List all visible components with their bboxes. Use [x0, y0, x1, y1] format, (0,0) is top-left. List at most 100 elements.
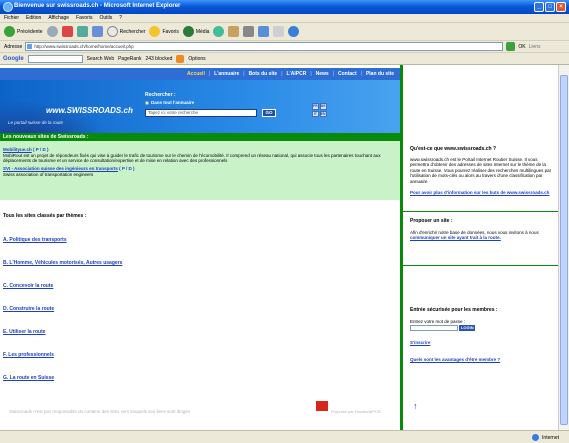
pagerank-indicator[interactable]: PageRank: [118, 56, 141, 62]
forward-icon[interactable]: [46, 26, 58, 37]
new-sites-heading: Les nouveaux sites de Swissroads :: [0, 133, 400, 141]
menu-file[interactable]: Fichier: [4, 15, 19, 21]
nav-directory[interactable]: L'annuaire: [212, 71, 241, 77]
favorites-label: Favoris: [162, 28, 179, 35]
site-logo[interactable]: www.SWISSROADS.ch: [46, 106, 133, 115]
print-icon[interactable]: [243, 26, 255, 37]
site-description: Swiss association of transportation engi…: [3, 171, 94, 177]
stop-icon[interactable]: [61, 26, 73, 37]
security-zone: Internet: [532, 434, 559, 441]
go-label[interactable]: OK: [518, 44, 525, 50]
about-text: www.swissroads.ch est le Portail Interne…: [410, 156, 552, 184]
language-selector: FR DE IT EN: [312, 103, 327, 117]
register-link[interactable]: S'inscrire: [410, 340, 552, 346]
edit-icon[interactable]: [258, 26, 270, 37]
lang-fr[interactable]: FR: [312, 103, 319, 110]
maximize-button[interactable]: □: [545, 2, 555, 12]
nav-contact[interactable]: Contact: [336, 71, 359, 77]
history-icon[interactable]: [213, 26, 225, 37]
search-button[interactable]: Rechercher: [106, 26, 145, 37]
media-icon: [182, 26, 194, 37]
ie-icon: [3, 2, 13, 12]
disclaimer-text: Swissroads n'est pas responsable du cont…: [9, 409, 190, 414]
about-title: Qu'est-ce que www.swissroads.ch ?: [410, 146, 497, 152]
theme-link-d[interactable]: D. Construire la route: [3, 306, 54, 312]
google-logo[interactable]: Google: [3, 56, 24, 62]
advantages-link[interactable]: Quels sont les avantages d'être membre ?: [410, 357, 552, 363]
theme-link-c[interactable]: C. Concevoir la route: [3, 283, 53, 289]
messenger-icon[interactable]: [288, 26, 300, 37]
theme-link-e[interactable]: E. Utiliser la route: [3, 329, 46, 335]
sidebar-top: [403, 65, 558, 133]
home-icon[interactable]: [91, 26, 103, 37]
site-link[interactable]: Mobilityue.ch: [3, 147, 32, 152]
zone-label: Internet: [542, 434, 559, 441]
back-to-top-icon[interactable]: ↑: [413, 401, 418, 411]
media-button[interactable]: Média: [182, 26, 210, 37]
back-button[interactable]: Précédente: [4, 26, 43, 37]
about-block: Qu'est-ce que www.swissroads.ch ? www.sw…: [410, 146, 552, 196]
nav-aipcr[interactable]: L'AIPCR: [285, 71, 309, 77]
theme-link-a[interactable]: A. Politique des transports: [3, 237, 67, 243]
window-controls: _ □ ×: [534, 2, 566, 12]
site-link[interactable]: SVI - Association suisse des ingénieurs …: [3, 166, 118, 171]
list-item: SVI - Association suisse des ingénieurs …: [3, 166, 395, 177]
autofill-icon[interactable]: [176, 54, 185, 63]
nav-goals[interactable]: Bots du site: [247, 71, 280, 77]
nav-news[interactable]: News: [314, 71, 331, 77]
search-scope-radio[interactable]: Dans tout l'annuaire: [145, 100, 194, 105]
password-label: Entrez votre mot de passe :: [410, 318, 466, 324]
globe-icon: [532, 434, 540, 441]
google-toolbar: Google Search Web PageRank 243 blocked O…: [0, 53, 569, 65]
propose-desc: Afin d'enrichir notre base de données, n…: [410, 229, 539, 235]
login-button[interactable]: LOGIN: [459, 325, 476, 331]
site-description: MobiRout est un projet de répondeurs fix…: [3, 152, 381, 164]
site-banner: www.SWISSROADS.ch Le portail suisse de l…: [0, 80, 400, 133]
links-label[interactable]: Liens: [529, 44, 541, 50]
propose-link[interactable]: communiquer un site ayant trait à la rou…: [410, 235, 501, 240]
minimize-button[interactable]: _: [534, 2, 544, 12]
popup-blocked-count[interactable]: 243 blocked: [145, 56, 172, 62]
menu-tools[interactable]: Outils: [99, 15, 112, 21]
password-field[interactable]: [410, 325, 458, 331]
refresh-icon[interactable]: [76, 26, 88, 37]
divider: [403, 211, 558, 212]
main-content: Les nouveaux sites de Swissroads : Mobil…: [0, 133, 400, 430]
scrollbar-thumb[interactable]: [560, 75, 568, 425]
options-button[interactable]: Options: [188, 56, 205, 62]
menu-help[interactable]: ?: [119, 15, 122, 21]
new-sites-panel: Les nouveaux sites de Swissroads : Mobil…: [0, 133, 400, 200]
site-search-input[interactable]: Tapez ici votre recherche: [145, 109, 257, 117]
search-web-button[interactable]: Search Web: [87, 56, 114, 62]
theme-link-f[interactable]: F. Les professionnels: [3, 352, 54, 358]
favorites-button[interactable]: Favoris: [149, 26, 179, 37]
star-icon: [149, 26, 161, 37]
google-search-input[interactable]: [27, 54, 83, 63]
mail-icon[interactable]: [228, 26, 240, 37]
go-arrow-icon[interactable]: [506, 42, 516, 51]
lang-de[interactable]: DE: [319, 103, 327, 110]
vertical-scrollbar[interactable]: [558, 65, 569, 430]
search-go-button[interactable]: GO: [262, 109, 276, 117]
back-label: Précédente: [17, 28, 43, 35]
close-button[interactable]: ×: [556, 2, 566, 12]
magnifier-icon: [106, 26, 118, 37]
nav-home[interactable]: Accueil: [185, 71, 207, 77]
lang-it[interactable]: IT: [312, 110, 319, 117]
menu-edit[interactable]: Edition: [26, 15, 41, 21]
url-input[interactable]: http://www.swissroads.ch/home/home/accue…: [25, 42, 504, 51]
theme-link-b[interactable]: B. L'Homme, Véhicules motorisés, Autres …: [3, 260, 122, 266]
discuss-icon[interactable]: [273, 26, 285, 37]
nav-sitemap[interactable]: Plan du site: [364, 71, 396, 77]
theme-link-g[interactable]: G. La route en Suisse: [3, 375, 54, 381]
lang-en[interactable]: EN: [319, 110, 327, 117]
more-info-link[interactable]: Pour avoir plus d'information sur les bu…: [410, 190, 552, 196]
menu-view[interactable]: Affichage: [48, 15, 69, 21]
media-label: Média: [195, 28, 210, 35]
menu-favorites[interactable]: Favoris: [76, 15, 92, 21]
propose-title: Proposer un site :: [410, 218, 453, 224]
right-sidebar: Qu'est-ce que www.swissroads.ch ? www.sw…: [400, 65, 558, 430]
radio-icon: [145, 100, 149, 105]
site-nav: Accueil | L'annuaire | Bots du site | L'…: [0, 68, 400, 80]
aipcr-logo[interactable]: [316, 401, 328, 411]
